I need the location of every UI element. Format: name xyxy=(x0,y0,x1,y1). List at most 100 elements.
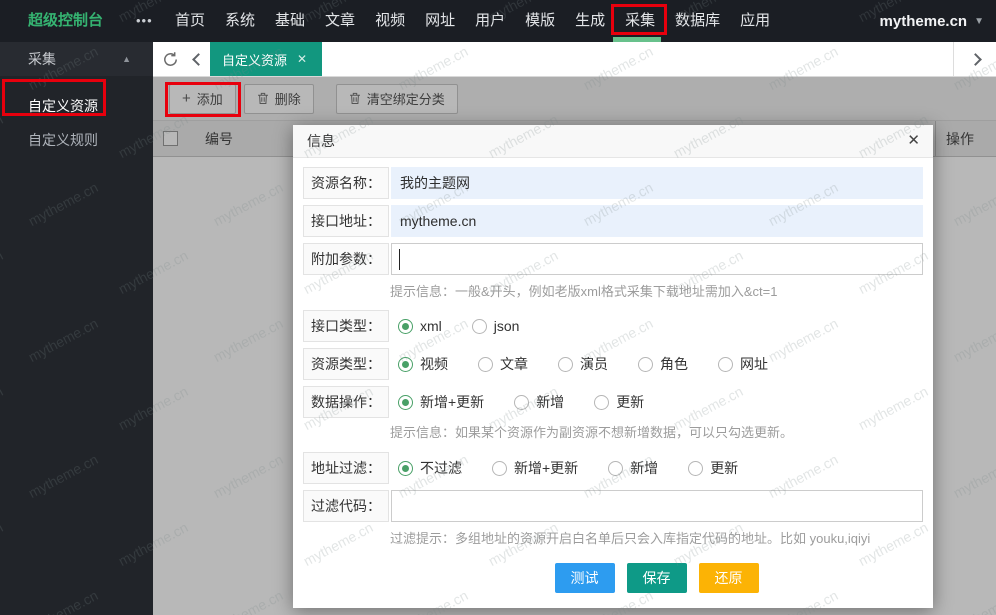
topnav-item-article[interactable]: 文章 xyxy=(315,0,365,42)
radio-label: 不过滤 xyxy=(420,458,462,478)
radio-option-actor[interactable]: 演员 xyxy=(558,354,608,374)
radio-option-add-update[interactable]: 新增+更新 xyxy=(398,392,484,412)
radio-label: 视频 xyxy=(420,354,448,374)
field-extra-params: 附加参数： xyxy=(303,243,923,275)
extra-params-label: 附加参数： xyxy=(303,243,389,275)
tab-bar: 自定义资源 ✕ xyxy=(153,42,996,77)
topnav-item-app[interactable]: 应用 xyxy=(730,0,780,42)
radio-label: 新增 xyxy=(630,458,658,478)
radio-icon xyxy=(594,395,609,410)
radio-icon xyxy=(608,461,623,476)
account-menu[interactable]: mytheme.cn ▼ xyxy=(880,0,984,42)
tab-scroll-left-button[interactable] xyxy=(187,42,210,76)
radio-label: json xyxy=(494,318,520,334)
refresh-icon xyxy=(162,51,179,68)
radio-label: 新增+更新 xyxy=(514,458,578,478)
radio-option-no-filter[interactable]: 不过滤 xyxy=(398,458,462,478)
topnav-item-database[interactable]: 数据库 xyxy=(665,0,730,42)
dialog-footer: 测试 保存 还原 xyxy=(390,563,923,593)
radio-icon xyxy=(558,357,573,372)
chevron-right-icon xyxy=(969,53,982,66)
radio-selected-icon xyxy=(398,461,413,476)
refresh-button[interactable] xyxy=(153,42,187,76)
tab-label: 自定义资源 xyxy=(222,50,287,69)
save-button[interactable]: 保存 xyxy=(627,563,687,593)
radio-icon xyxy=(638,357,653,372)
topnav-item-video[interactable]: 视频 xyxy=(365,0,415,42)
account-name: mytheme.cn xyxy=(880,13,968,30)
radio-option-xml[interactable]: xml xyxy=(398,318,442,334)
dialog-header: 信息 ✕ xyxy=(293,125,933,158)
tab-scroll-right-button[interactable] xyxy=(953,42,996,76)
radio-icon xyxy=(492,461,507,476)
data-operation-options: 新增+更新 新增 更新 xyxy=(398,386,644,418)
radio-selected-icon xyxy=(398,357,413,372)
radio-option-website[interactable]: 网址 xyxy=(718,354,768,374)
radio-icon xyxy=(718,357,733,372)
sidebar-items: 自定义资源 自定义规则 xyxy=(0,76,153,157)
tab-custom-resource[interactable]: 自定义资源 ✕ xyxy=(210,42,322,76)
radio-option-update[interactable]: 更新 xyxy=(594,392,644,412)
radio-option-video[interactable]: 视频 xyxy=(398,354,448,374)
radio-option-article[interactable]: 文章 xyxy=(478,354,528,374)
address-filter-options: 不过滤 新增+更新 新增 更新 xyxy=(398,452,738,484)
field-data-operation: 数据操作： 新增+更新 新增 更新 xyxy=(303,386,923,418)
sidebar-item-custom-resource[interactable]: 自定义资源 xyxy=(0,89,153,123)
api-type-label: 接口类型： xyxy=(303,310,389,342)
topnav-item-generate[interactable]: 生成 xyxy=(565,0,615,42)
sidebar-group-collect[interactable]: 采集 ▲ xyxy=(0,42,153,76)
radio-option-role[interactable]: 角色 xyxy=(638,354,688,374)
api-address-label: 接口地址： xyxy=(303,205,389,237)
test-button[interactable]: 测试 xyxy=(555,563,615,593)
extra-params-input[interactable] xyxy=(391,243,923,275)
filter-code-input[interactable] xyxy=(391,490,923,522)
topnav-item-base[interactable]: 基础 xyxy=(265,0,315,42)
field-filter-code: 过滤代码： xyxy=(303,490,923,522)
filter-code-label: 过滤代码： xyxy=(303,490,389,522)
brand-title: 超级控制台 xyxy=(28,0,103,42)
restore-button[interactable]: 还原 xyxy=(699,563,759,593)
radio-icon xyxy=(478,357,493,372)
tab-close-icon[interactable]: ✕ xyxy=(297,52,307,66)
more-menu-icon[interactable]: ••• xyxy=(136,0,153,42)
info-dialog: 信息 ✕ 资源名称： 我的主题网 接口地址： mytheme.cn 附加参数： … xyxy=(293,125,933,608)
data-operation-hint: 提示信息：如果某个资源作为副资源不想新增数据，可以只勾选更新。 xyxy=(390,422,793,441)
radio-label: 角色 xyxy=(660,354,688,374)
chevron-left-icon xyxy=(192,53,205,66)
api-address-input[interactable]: mytheme.cn xyxy=(391,205,923,237)
radio-label: 更新 xyxy=(616,392,644,412)
radio-option-filter-add-update[interactable]: 新增+更新 xyxy=(492,458,578,478)
topnav-item-collect[interactable]: 采集 xyxy=(615,0,665,42)
radio-option-json[interactable]: json xyxy=(472,318,520,334)
radio-label: 更新 xyxy=(710,458,738,478)
sidebar-group-label: 采集 xyxy=(28,51,56,67)
params-hint: 提示信息：一般&开头，例如老版xml格式采集下载地址需加入&ct=1 xyxy=(390,281,778,300)
radio-icon xyxy=(514,395,529,410)
field-api-address: 接口地址： mytheme.cn xyxy=(303,205,923,237)
field-api-type: 接口类型： xml json xyxy=(303,310,923,342)
topnav-item-home[interactable]: 首页 xyxy=(165,0,215,42)
filter-hint: 过滤提示：多组地址的资源开启白名单后只会入库指定代码的地址。比如 youku,i… xyxy=(390,528,870,547)
radio-option-filter-update[interactable]: 更新 xyxy=(688,458,738,478)
topnav-item-system[interactable]: 系统 xyxy=(215,0,265,42)
radio-selected-icon xyxy=(398,395,413,410)
data-operation-label: 数据操作： xyxy=(303,386,389,418)
sidebar-item-custom-rule[interactable]: 自定义规则 xyxy=(0,123,153,157)
topbar: 超级控制台 ••• 首页 系统 基础 文章 视频 网址 用户 模版 生成 采集 … xyxy=(0,0,996,42)
active-nav-indicator xyxy=(613,37,661,42)
resource-name-input[interactable]: 我的主题网 xyxy=(391,167,923,199)
close-icon[interactable]: ✕ xyxy=(907,125,920,157)
radio-option-add[interactable]: 新增 xyxy=(514,392,564,412)
radio-icon xyxy=(472,319,487,334)
radio-option-filter-add[interactable]: 新增 xyxy=(608,458,658,478)
dialog-title: 信息 xyxy=(307,133,335,149)
topnav-item-template[interactable]: 模版 xyxy=(515,0,565,42)
radio-label: xml xyxy=(420,318,442,334)
radio-icon xyxy=(688,461,703,476)
text-cursor xyxy=(399,249,400,270)
topnav-item-user[interactable]: 用户 xyxy=(465,0,515,42)
field-address-filter: 地址过滤： 不过滤 新增+更新 新增 更新 xyxy=(303,452,923,484)
top-nav: 首页 系统 基础 文章 视频 网址 用户 模版 生成 采集 数据库 应用 xyxy=(165,0,780,42)
address-filter-label: 地址过滤： xyxy=(303,452,389,484)
topnav-item-url[interactable]: 网址 xyxy=(415,0,465,42)
